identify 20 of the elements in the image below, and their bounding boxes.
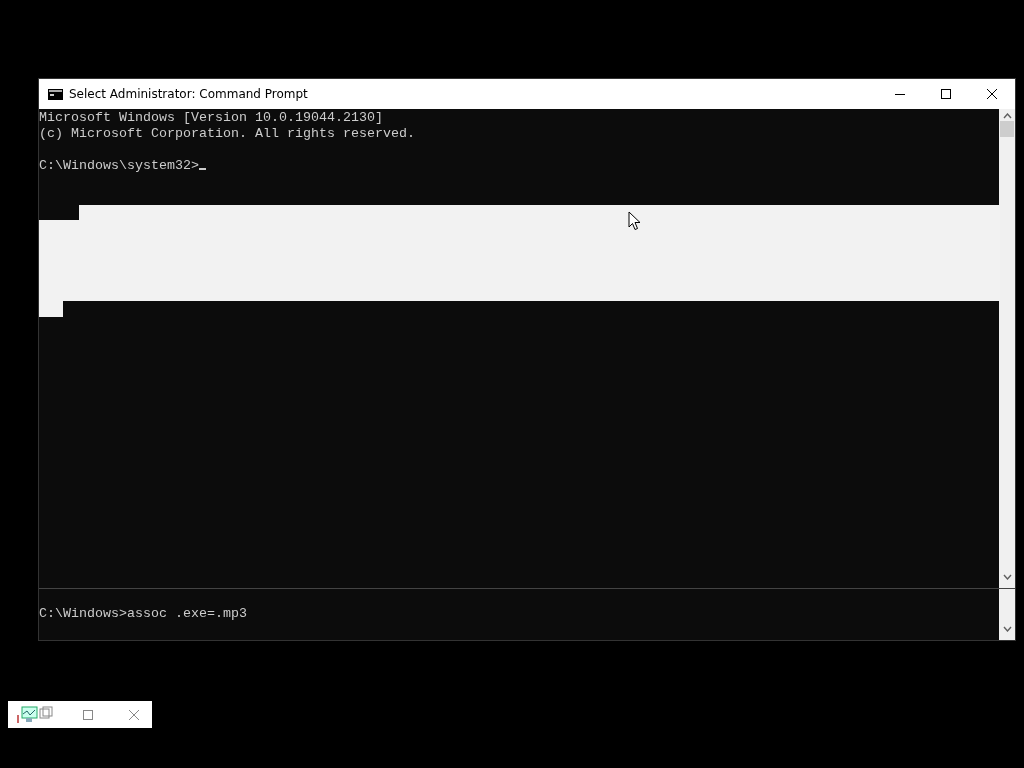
minimized-window[interactable]: [8, 701, 152, 728]
mouse-pointer-icon: [628, 211, 641, 231]
minimize-icon: [895, 93, 905, 95]
window-title: Select Administrator: Command Prompt: [69, 87, 309, 101]
console-line: Microsoft Windows [Version 10.0.19044.2130]: [39, 110, 384, 126]
console-line: C:\Windows\system32>: [39, 158, 999, 174]
console-icon: [48, 88, 63, 100]
scrollbar[interactable]: [999, 109, 1015, 588]
console-line: C:\Windows>assoc .exe=.mp3: [39, 606, 248, 622]
maximize-icon[interactable]: [83, 709, 93, 720]
scroll-up-icon[interactable]: [1002, 113, 1012, 119]
maximize-icon: [941, 89, 951, 99]
scroll-down-icon[interactable]: [1002, 626, 1012, 632]
scroll-down-icon[interactable]: [1002, 574, 1012, 580]
close-icon[interactable]: [129, 709, 139, 720]
close-icon: [987, 89, 997, 99]
scroll-thumb[interactable]: [1000, 121, 1014, 137]
scrollbar[interactable]: [999, 589, 1015, 640]
text-cursor: [198, 168, 206, 170]
console-line: (c) Microsoft Corporation. All rights reserved.: [39, 126, 416, 142]
